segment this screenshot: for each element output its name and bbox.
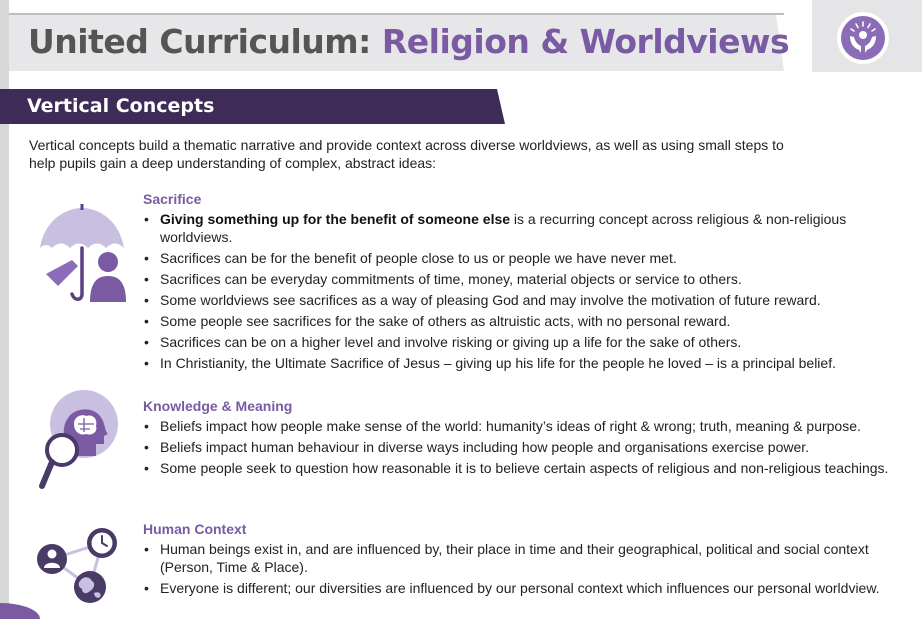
list-item: Some people see sacrifices for the sake …	[143, 312, 913, 330]
list-item: Sacrifices can be for the benefit of peo…	[143, 249, 913, 267]
intro-text: Vertical concepts build a thematic narra…	[29, 137, 784, 171]
head-magnifier-icon	[39, 390, 118, 489]
person-time-place-icon	[37, 528, 117, 603]
bullet-text: In Christianity, the Ultimate Sacrifice …	[160, 355, 836, 371]
list-item: Beliefs impact human behaviour in divers…	[143, 438, 913, 456]
bullet-list: Human beings exist in, and are influence…	[143, 540, 913, 597]
list-item: Some people seek to question how reasona…	[143, 459, 913, 477]
list-item: Sacrifices can be on a higher level and …	[143, 333, 913, 351]
list-item: In Christianity, the Ultimate Sacrifice …	[143, 354, 913, 372]
bullet-text: Some worldviews see sacrifices as a way …	[160, 292, 821, 308]
title-top-line	[9, 13, 784, 15]
bullet-text: Beliefs impact human behaviour in divers…	[160, 439, 810, 455]
bullet-text: Sacrifices can be on a higher level and …	[160, 334, 742, 350]
bold-phrase: Giving something up for the benefit of s…	[160, 211, 511, 227]
bullet-text: Some people seek to question how reasona…	[160, 460, 889, 476]
section-title: Vertical Concepts	[27, 95, 215, 117]
bullet-list: Giving something up for the benefit of s…	[143, 210, 913, 372]
title-part-1: United Curriculum:	[28, 22, 382, 61]
concept-sacrifice: Sacrifice Giving something up for the be…	[143, 190, 913, 375]
concept-knowledge-meaning: Knowledge & Meaning Beliefs impact how p…	[143, 397, 913, 480]
bullet-text: Beliefs impact how people make sense of …	[160, 418, 861, 434]
umbrella-person-icon	[40, 204, 126, 302]
concept-heading: Human Context	[143, 521, 247, 537]
bullet-text: Sacrifices can be everyday commitments o…	[160, 271, 742, 287]
list-item: Beliefs impact how people make sense of …	[143, 417, 913, 435]
list-item: Human beings exist in, and are influence…	[143, 540, 913, 576]
bullet-text: Some people see sacrifices for the sake …	[160, 313, 731, 329]
hands-sun-icon	[850, 21, 876, 53]
bullet-text: Human beings exist in, and are influence…	[160, 541, 869, 575]
concept-heading: Sacrifice	[143, 191, 202, 207]
page-title: United Curriculum: Religion & Worldviews	[28, 22, 790, 61]
concept-heading: Knowledge & Meaning	[143, 398, 293, 414]
list-item: Sacrifices can be everyday commitments o…	[143, 270, 913, 288]
title-part-2: Religion & Worldviews	[381, 22, 790, 61]
bullet-list: Beliefs impact how people make sense of …	[143, 417, 913, 477]
bullet-text: Sacrifices can be for the benefit of peo…	[160, 250, 677, 266]
list-item: Everyone is different; our diversities a…	[143, 579, 913, 597]
bullet-text: Everyone is different; our diversities a…	[160, 580, 880, 596]
concept-human-context: Human Context Human beings exist in, and…	[143, 520, 913, 600]
list-item: Some worldviews see sacrifices as a way …	[143, 291, 913, 309]
list-item: Giving something up for the benefit of s…	[143, 210, 913, 246]
